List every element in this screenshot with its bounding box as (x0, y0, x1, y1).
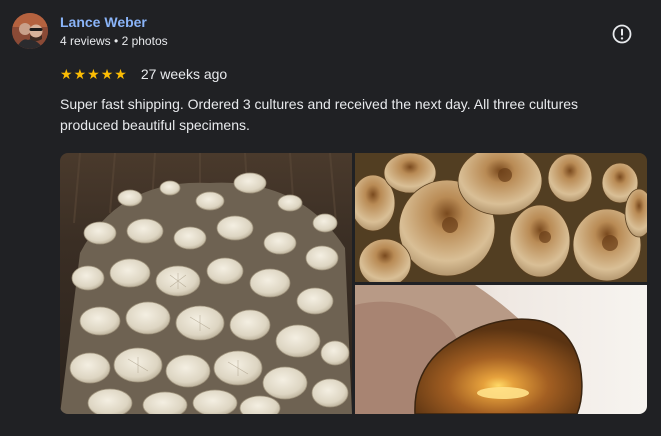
author-avatar[interactable] (12, 13, 48, 49)
review-photo-golden-caps[interactable] (355, 153, 647, 282)
review-photo-oyster-mushrooms[interactable] (60, 153, 352, 414)
rating-row: ★ ★ ★ ★ ★ 27 weeks ago (60, 65, 227, 83)
star-icon: ★ (73, 66, 87, 82)
author-stats: 4 reviews • 2 photos (60, 33, 168, 49)
star-icon: ★ (100, 66, 114, 82)
meta-separator: • (114, 34, 119, 48)
review-date: 27 weeks ago (140, 66, 228, 82)
review-count: 4 reviews (60, 34, 111, 48)
photo-count: 2 photos (121, 34, 168, 48)
author-name[interactable]: Lance Weber (60, 13, 147, 31)
star-rating: ★ ★ ★ ★ ★ (60, 66, 127, 82)
report-button[interactable] (611, 23, 633, 45)
review-photos (60, 153, 647, 414)
review-photo-cut-cap[interactable] (355, 285, 647, 414)
star-icon: ★ (114, 66, 127, 82)
review-card: Lance Weber 4 reviews • 2 photos ★ ★ ★ ★… (0, 0, 661, 436)
star-icon: ★ (60, 66, 73, 82)
review-text: Super fast shipping. Ordered 3 cultures … (60, 96, 579, 133)
report-flag-icon (612, 24, 632, 44)
star-icon: ★ (87, 66, 100, 82)
